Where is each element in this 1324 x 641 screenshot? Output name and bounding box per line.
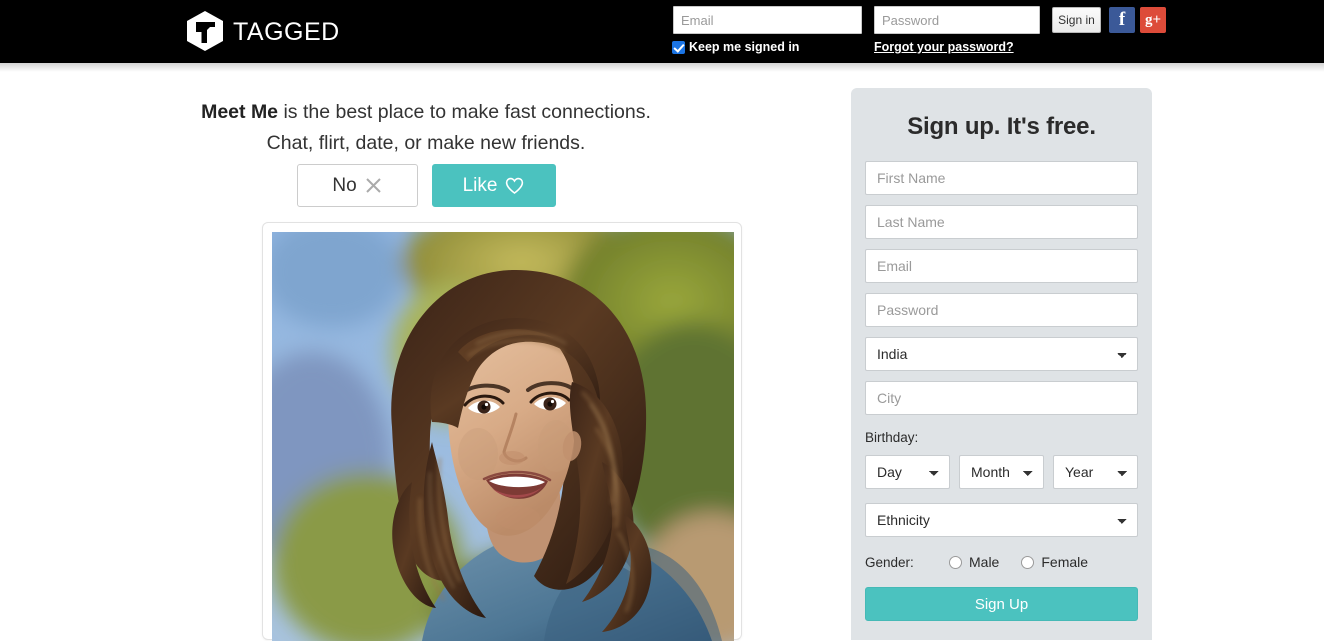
- profile-photo-card[interactable]: [262, 222, 742, 641]
- signup-title: Sign up. It's free.: [907, 113, 1096, 140]
- gender-label: Gender:: [865, 554, 914, 570]
- gender-row: Gender: Male Female: [865, 554, 1138, 570]
- female-radio[interactable]: [1021, 555, 1035, 569]
- birthday-row: Day Month Year: [865, 445, 1138, 489]
- male-radio[interactable]: [949, 555, 962, 569]
- forgot-password-link[interactable]: Forgot your password?: [874, 40, 1014, 54]
- birthday-month-select[interactable]: Month: [959, 455, 1044, 489]
- gender-male-option[interactable]: Male: [949, 554, 999, 570]
- google-plus-login-icon[interactable]: g+: [1140, 7, 1166, 33]
- facebook-login-icon[interactable]: f: [1109, 7, 1135, 33]
- site-logo-text: TAGGED: [233, 17, 340, 46]
- password-input[interactable]: [865, 293, 1138, 327]
- like-button-label: Like: [462, 174, 498, 196]
- birthday-day-select[interactable]: Day: [865, 455, 950, 489]
- profile-photo: [272, 232, 734, 641]
- keep-signed-in-row[interactable]: Keep me signed in: [672, 40, 799, 54]
- female-label: Female: [1041, 554, 1089, 570]
- keep-signed-in-checkbox[interactable]: [672, 40, 685, 54]
- gender-female-option[interactable]: Female: [1021, 554, 1088, 570]
- site-header: TAGGED Sign in f g+ Keep me signed in Fo…: [0, 0, 1324, 63]
- no-button[interactable]: No: [296, 164, 418, 207]
- meet-me-actions: No Like: [0, 164, 852, 207]
- tagged-logo-icon: [183, 9, 227, 53]
- tagline-rest: is the best place to make fast connectio…: [278, 101, 651, 123]
- ethnicity-select[interactable]: Ethnicity: [865, 503, 1138, 537]
- heart-icon: [505, 177, 524, 195]
- like-button[interactable]: Like: [431, 164, 556, 207]
- header-shadow: [0, 63, 1324, 72]
- header-password-input[interactable]: [874, 6, 1040, 34]
- last-name-input[interactable]: [865, 205, 1138, 239]
- signup-button[interactable]: Sign Up: [865, 587, 1138, 621]
- header-email-input[interactable]: [673, 6, 862, 34]
- signup-panel: Sign up. It's free. India Birthday: Day …: [851, 88, 1152, 640]
- tagline-line-2: Chat, flirt, date, or make new friends.: [266, 132, 586, 154]
- email-input[interactable]: [865, 249, 1138, 283]
- keep-signed-in-label: Keep me signed in: [689, 40, 800, 54]
- site-logo[interactable]: TAGGED: [183, 9, 340, 53]
- birthday-label: Birthday:: [865, 430, 919, 445]
- x-icon: [365, 177, 382, 194]
- tagline-strong: Meet Me: [201, 101, 279, 123]
- birthday-year-select[interactable]: Year: [1053, 455, 1138, 489]
- city-input[interactable]: [865, 381, 1138, 415]
- sign-in-button[interactable]: Sign in: [1052, 7, 1101, 33]
- tagline-line-1: Meet Me is the best place to make fast c…: [0, 97, 852, 128]
- tagline: Meet Me is the best place to make fast c…: [0, 97, 852, 159]
- male-label: Male: [969, 554, 1000, 570]
- country-select[interactable]: India: [865, 337, 1138, 371]
- first-name-input[interactable]: [865, 161, 1138, 195]
- no-button-label: No: [332, 174, 357, 196]
